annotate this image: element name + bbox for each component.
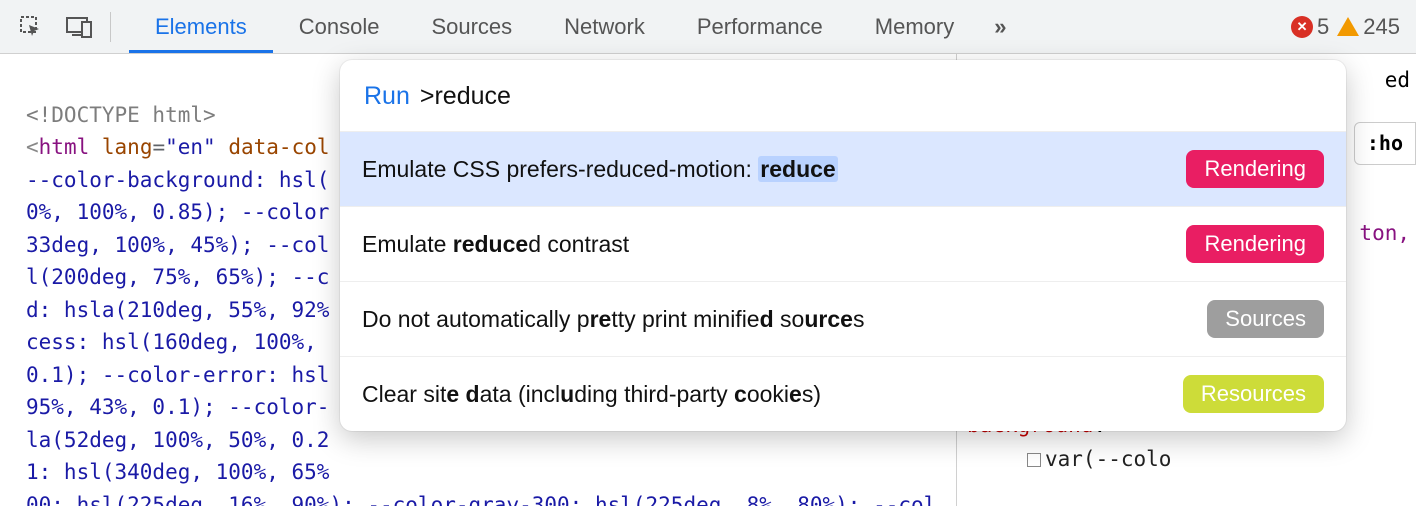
dom-css-line-1: --color-background: hsl( <box>26 168 329 192</box>
error-count-badge[interactable]: ✕ 5 <box>1291 14 1329 40</box>
device-toolbar-icon[interactable] <box>62 10 96 44</box>
command-menu-item[interactable]: Emulate CSS prefers-reduced-motion: redu… <box>340 132 1346 207</box>
command-menu-list: Emulate CSS prefers-reduced-motion: redu… <box>340 131 1346 431</box>
command-menu-item[interactable]: Do not automatically pretty print minifi… <box>340 282 1346 357</box>
command-menu-item-badge: Rendering <box>1186 150 1324 188</box>
dom-css-line-3: 33deg, 100%, 45%); --col <box>26 233 329 257</box>
command-menu-item[interactable]: Emulate reduced contrast Rendering <box>340 207 1346 282</box>
command-menu-item-badge: Resources <box>1183 375 1324 413</box>
command-menu-item-label: Clear site data (including third-party c… <box>362 381 821 408</box>
command-menu-item-badge: Sources <box>1207 300 1324 338</box>
toolbar-divider <box>110 12 111 42</box>
command-menu: Run >reduce Emulate CSS prefers-reduced-… <box>340 60 1346 431</box>
warning-count: 245 <box>1363 14 1400 40</box>
command-menu-item-badge: Rendering <box>1186 225 1324 263</box>
hover-state-toggle[interactable]: :ho <box>1354 122 1416 165</box>
dom-css-line-8: 95%, 43%, 0.1); --color- <box>26 395 329 419</box>
devtools-toolbar: Elements Console Sources Network Perform… <box>0 0 1416 54</box>
dom-css-line-11: 00: hsl(225deg, 16%, 90%); --color-gray-… <box>26 493 936 506</box>
toolbar-status: ✕ 5 245 <box>1291 14 1402 40</box>
tab-console[interactable]: Console <box>273 0 406 53</box>
dom-tag-html: html <box>39 135 90 159</box>
inspect-element-icon[interactable] <box>14 10 48 44</box>
dom-css-line-6: cess: hsl(160deg, 100%, <box>26 330 329 354</box>
tab-network[interactable]: Network <box>538 0 671 53</box>
styles-selector-1: ton, <box>1359 221 1410 245</box>
dom-css-line-5: d: hsla(210deg, 55%, 92% <box>26 298 329 322</box>
dom-css-line-7: 0.1); --color-error: hsl <box>26 363 329 387</box>
command-menu-item-label: Do not automatically pretty print minifi… <box>362 306 864 333</box>
command-menu-item-label: Emulate CSS prefers-reduced-motion: redu… <box>362 156 838 183</box>
styles-val-background: var(--colo <box>1045 447 1171 471</box>
command-menu-item[interactable]: Clear site data (including third-party c… <box>340 357 1346 431</box>
warning-icon <box>1337 17 1359 36</box>
dom-css-line-2: 0%, 100%, 0.85); --color <box>26 200 329 224</box>
more-tabs-button[interactable]: » <box>980 0 1020 53</box>
color-swatch-icon[interactable] <box>1027 453 1041 467</box>
dom-attr-data-col: data-col <box>228 135 329 159</box>
dom-css-line-9: la(52deg, 100%, 50%, 0.2 <box>26 428 329 452</box>
dom-doctype: <!DOCTYPE html> <box>26 103 216 127</box>
dom-css-line-4: l(200deg, 75%, 65%); --c <box>26 265 329 289</box>
styles-truncated-1: ed <box>1385 68 1410 92</box>
dom-css-line-10: 1: hsl(340deg, 100%, 65% <box>26 460 329 484</box>
warning-count-badge[interactable]: 245 <box>1337 14 1400 40</box>
command-menu-run-label: Run <box>364 82 410 111</box>
tab-performance[interactable]: Performance <box>671 0 849 53</box>
tab-memory[interactable]: Memory <box>849 0 980 53</box>
command-menu-header: Run >reduce <box>340 60 1346 131</box>
command-menu-item-label: Emulate reduced contrast <box>362 231 629 258</box>
tab-sources[interactable]: Sources <box>405 0 538 53</box>
dom-attr-lang-val: "en" <box>165 135 216 159</box>
panel-tabs: Elements Console Sources Network Perform… <box>129 0 1021 53</box>
error-icon: ✕ <box>1291 16 1313 38</box>
command-menu-query[interactable]: >reduce <box>420 82 511 111</box>
dom-attr-lang: lang <box>102 135 153 159</box>
error-count: 5 <box>1317 14 1329 40</box>
tab-elements[interactable]: Elements <box>129 0 273 53</box>
